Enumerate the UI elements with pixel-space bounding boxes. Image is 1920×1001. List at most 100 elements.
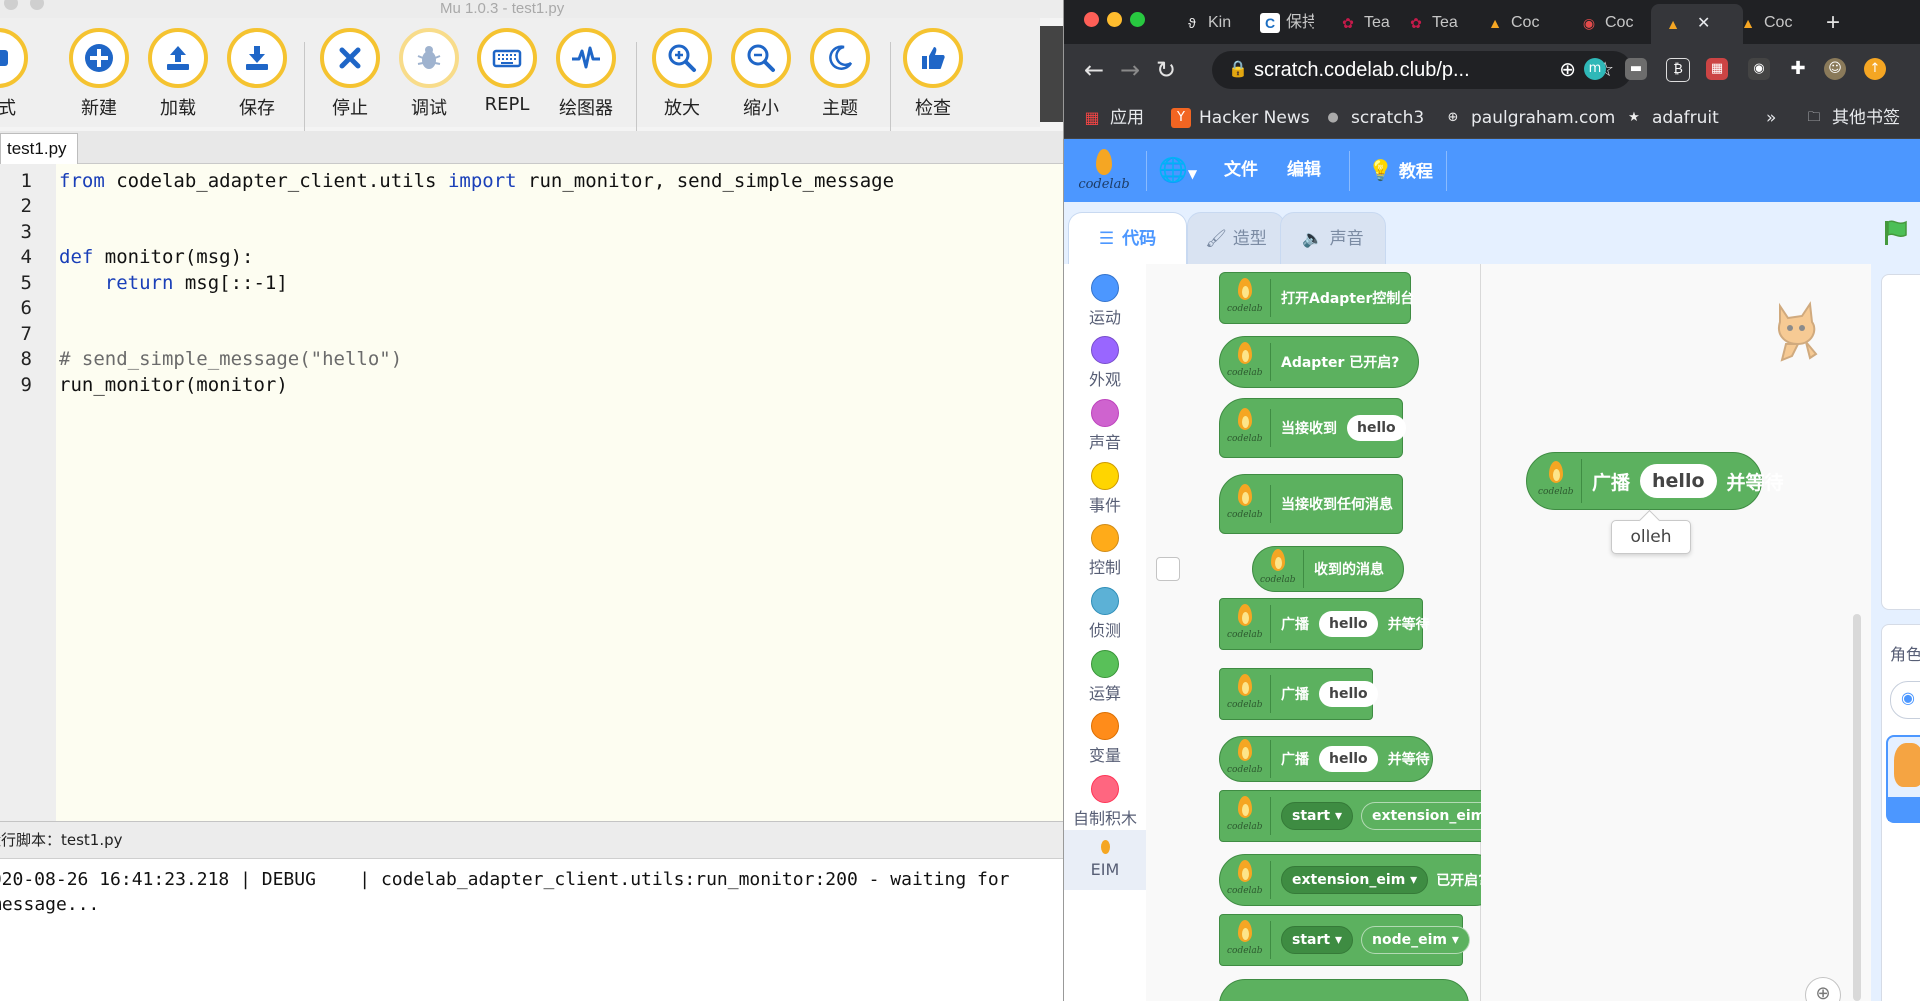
menu-edit[interactable]: 编辑 <box>1287 139 1321 202</box>
block-open-console[interactable]: codelab 打开Adapter控制台 <box>1219 272 1414 324</box>
category-variables[interactable]: 变量 <box>1064 712 1146 766</box>
block-input[interactable]: hello <box>1319 681 1378 707</box>
block-partial[interactable] <box>1219 979 1469 1001</box>
puzzle-icon[interactable]: ✚ <box>1787 58 1809 80</box>
menu-tutorials[interactable]: 💡 教程 <box>1368 139 1433 202</box>
dropdown[interactable]: node_eim ▾ <box>1360 926 1470 954</box>
extension-icon[interactable]: ▦ <box>1706 58 1728 80</box>
tab-code[interactable]: ☰ 代码 <box>1068 212 1187 265</box>
code-editor[interactable]: 1 2 3 4 5 6 7 8 9 from codelab_adapter_c… <box>0 164 1063 821</box>
browser-tab[interactable]: C 保持 <box>1260 8 1314 38</box>
load-button[interactable]: 加载 <box>142 28 214 124</box>
back-arrow-icon[interactable]: ← <box>1084 58 1104 82</box>
bookmark-item[interactable]: ● scratch3 <box>1323 98 1424 138</box>
close-tab-icon[interactable]: ✕ <box>1697 15 1710 32</box>
block-broadcast-and-wait[interactable]: codelab 广播 hello 并等待 <box>1219 598 1430 650</box>
category-eim[interactable]: EIM <box>1064 830 1146 890</box>
close-window-icon[interactable] <box>1084 12 1099 27</box>
browser-tab[interactable]: ✿ Tea <box>1338 8 1392 38</box>
block-broadcast-and-wait-reporter[interactable]: codelab 广播 hello 并等待 <box>1219 736 1433 782</box>
update-icon[interactable]: ↑ <box>1864 58 1886 80</box>
monitor-checkbox[interactable] <box>1156 557 1180 581</box>
codelab-logo[interactable]: codelab <box>1076 147 1132 195</box>
workspace-scrollbar[interactable] <box>1853 614 1861 1001</box>
avatar[interactable]: ☺ <box>1824 58 1846 80</box>
block-input[interactable]: hello <box>1319 746 1378 772</box>
maximize-window-icon[interactable] <box>1130 12 1145 27</box>
category-sound[interactable]: 声音 <box>1064 399 1146 453</box>
bookmark-item[interactable]: Y Hacker News <box>1171 98 1310 138</box>
repl-button[interactable]: REPL <box>471 28 543 124</box>
dropdown[interactable]: extension_eim ▾ <box>1281 866 1429 894</box>
block-input[interactable]: hello <box>1640 464 1717 498</box>
block-when-receive-any[interactable]: codelab 当接收到任何消息 <box>1219 474 1403 534</box>
extension-icon[interactable]: m <box>1584 58 1606 80</box>
new-tab-button[interactable]: + <box>1826 8 1856 38</box>
block-start-node[interactable]: codelab start ▾ node_eim ▾ <box>1219 914 1470 966</box>
dropdown[interactable]: start ▾ <box>1281 926 1353 954</box>
reload-icon[interactable]: ↻ <box>1156 58 1176 82</box>
browser-tab[interactable]: ϑ Kin <box>1182 8 1232 38</box>
extension-icon[interactable]: ▬ <box>1625 58 1647 80</box>
tab-costumes[interactable]: 🖌 造型 <box>1187 212 1285 266</box>
zoom-out-button[interactable]: 缩小 <box>725 28 797 124</box>
stop-button[interactable]: 停止 <box>314 28 386 124</box>
block-broadcast[interactable]: codelab 广播 hello <box>1219 668 1378 720</box>
block-adapter-enabled[interactable]: codelab Adapter 已开启? <box>1219 336 1419 388</box>
block-start-extension[interactable]: codelab start ▾extension_eim ▾ <box>1219 790 1509 842</box>
close-window-icon[interactable] <box>4 0 18 10</box>
bookmark-item[interactable]: ▦ 应用 <box>1082 98 1144 138</box>
block-extension-enabled[interactable]: codelab extension_eim ▾ 已开启? <box>1219 854 1501 906</box>
browser-tab[interactable]: ▲ Coc <box>1738 8 1792 38</box>
bookmarks-overflow-button[interactable]: » <box>1766 98 1776 138</box>
block-input[interactable]: hello <box>1347 415 1406 441</box>
speaker-icon: 🔈 <box>1302 229 1324 249</box>
forward-arrow-icon[interactable]: → <box>1120 58 1140 82</box>
check-button[interactable]: 检查 <box>897 28 969 124</box>
category-my-blocks[interactable]: 自制积木 <box>1064 775 1146 829</box>
show-sprite-toggle[interactable]: ◉ <box>1890 681 1920 719</box>
theme-button[interactable]: 主题 <box>804 28 876 124</box>
browser-tab-active[interactable]: ▲ ✕ <box>1651 4 1743 44</box>
bookmark-item[interactable]: ⊕ paulgraham.com <box>1443 98 1616 138</box>
green-flag-icon[interactable] <box>1880 218 1910 248</box>
console-output[interactable]: 2020-08-26 16:41:23.218 | DEBUG | codela… <box>0 858 1063 1001</box>
category-operators[interactable]: 运算 <box>1064 650 1146 704</box>
other-bookmarks[interactable]: 🗀 其他书签 <box>1804 98 1900 138</box>
workspace-broadcast-block[interactable]: codelab 广播 hello 并等待 <box>1526 452 1784 510</box>
tab-sounds[interactable]: 🔈 声音 <box>1280 212 1386 266</box>
sprite-thumbnail[interactable] <box>1886 735 1920 823</box>
block-when-receive[interactable]: codelab 当接收到 hello <box>1219 398 1406 458</box>
extension-icon[interactable]: ◉ <box>1748 58 1770 80</box>
new-button[interactable]: 新建 <box>63 28 135 124</box>
save-button[interactable]: 保存 <box>221 28 293 124</box>
browser-tab[interactable]: ✿ Tea <box>1406 8 1460 38</box>
bookmark-item[interactable]: ★ adafruit <box>1624 98 1719 138</box>
zoom-in-icon[interactable]: ⊕ <box>1805 977 1841 1001</box>
block-input[interactable]: hello <box>1319 611 1378 637</box>
debug-button[interactable]: 调试 <box>393 28 465 124</box>
category-looks[interactable]: 外观 <box>1064 336 1146 390</box>
dropdown[interactable]: start ▾ <box>1281 802 1353 830</box>
extension-icon[interactable]: ₿ <box>1666 58 1690 82</box>
minimize-window-icon[interactable] <box>1107 12 1122 27</box>
category-events[interactable]: 事件 <box>1064 462 1146 516</box>
browser-tab[interactable]: ▲ Coc <box>1485 8 1539 38</box>
stage-preview[interactable] <box>1881 274 1920 610</box>
category-motion[interactable]: 运动 <box>1064 274 1146 328</box>
block-received-message[interactable]: codelab 收到的消息 <box>1252 546 1404 592</box>
zoom-out-label: 缩小 <box>743 98 779 119</box>
file-tab[interactable]: test1.py <box>0 133 78 164</box>
category-sensing[interactable]: 侦测 <box>1064 587 1146 641</box>
language-menu[interactable]: 🌐▼ <box>1158 139 1197 202</box>
add-icon[interactable]: ⊕ <box>1559 51 1576 89</box>
code-workspace[interactable]: codelab 广播 hello 并等待 olleh ⊕ <box>1481 264 1871 1001</box>
category-control[interactable]: 控制 <box>1064 524 1146 578</box>
address-bar[interactable]: 🔒 scratch.codelab.club/p... ⊕ ☆ <box>1212 51 1632 89</box>
zoom-in-button[interactable]: 放大 <box>646 28 718 124</box>
browser-tab[interactable]: ◉ Coc <box>1579 8 1633 38</box>
mode-button[interactable]: 模式 <box>0 28 34 124</box>
minimize-window-icon[interactable] <box>30 0 44 10</box>
menu-file[interactable]: 文件 <box>1224 139 1258 202</box>
plotter-button[interactable]: 绘图器 <box>550 28 622 124</box>
